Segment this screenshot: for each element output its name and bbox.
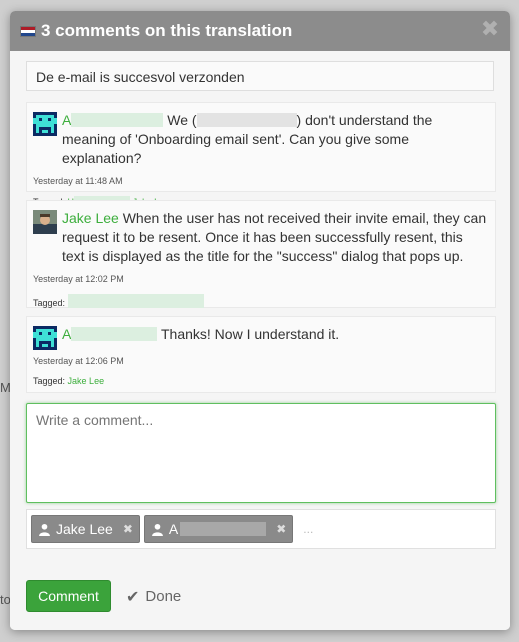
comment-tagged: Tagged: Jake Lee — [33, 376, 489, 386]
close-icon[interactable]: ✖ — [480, 19, 500, 41]
comment-text-prefix: We ( — [167, 112, 197, 128]
netherlands-flag-icon — [20, 25, 36, 37]
source-text: De e-mail is succesvol verzonden — [26, 61, 494, 91]
tagged-user[interactable]: Jake Lee — [68, 376, 105, 386]
comment-button[interactable]: Comment — [26, 580, 111, 612]
comment-item: Jake Lee When the user has not received … — [26, 200, 496, 308]
comment-text: Thanks! Now I understand it. — [160, 326, 340, 342]
dialog-body: De e-mail is succesvol verzonden A We ()… — [10, 51, 510, 630]
comment-author[interactable]: Jake Lee — [62, 210, 119, 226]
comment-item: A We () don't understand the meaning of … — [26, 102, 496, 207]
dialog-header: 3 comments on this translation ✖ — [10, 11, 510, 51]
tag-chip[interactable]: Jake Lee ✖ — [31, 515, 140, 543]
done-label: Done — [145, 587, 182, 605]
remove-tag-icon[interactable]: ✖ — [276, 522, 286, 536]
done-button[interactable]: ✔ Done — [126, 584, 181, 608]
user-photo — [33, 210, 57, 234]
tagged-label: Tagged: — [33, 298, 66, 308]
comment-content: Jake Lee When the user has not received … — [33, 209, 489, 266]
redacted-name — [67, 294, 204, 308]
remove-tag-icon[interactable]: ✖ — [123, 522, 133, 536]
user-icon — [39, 523, 50, 536]
pixel-invader-icon — [33, 326, 57, 350]
comment-timestamp: Yesterday at 12:06 PM — [33, 356, 124, 366]
comment-text: When the user has not received their inv… — [62, 210, 487, 264]
tag-chip-label: A — [168, 521, 179, 537]
pixel-invader-icon — [33, 112, 57, 136]
comment-item: A Thanks! Now I understand it. Yesterday… — [26, 316, 496, 393]
comment-input[interactable] — [26, 403, 496, 503]
comment-author[interactable]: A — [62, 112, 71, 128]
comment-timestamp: Yesterday at 11:48 AM — [33, 176, 123, 186]
tag-chip[interactable]: A ✖ — [143, 515, 294, 543]
comment-author[interactable]: A — [62, 326, 71, 342]
redacted-name — [180, 522, 267, 536]
comment-content: A Thanks! Now I understand it. — [33, 325, 489, 350]
redacted-name — [71, 113, 164, 127]
more-tags-indicator[interactable]: ... — [303, 522, 313, 536]
user-icon — [151, 523, 163, 536]
redacted-name — [196, 113, 297, 127]
tagged-label: Tagged: — [33, 376, 66, 386]
comment-tagged: Tagged: — [33, 294, 489, 308]
redacted-name — [71, 327, 158, 341]
comments-dialog: 3 comments on this translation ✖ De e-ma… — [10, 11, 510, 630]
comment-content: A We () don't understand the meaning of … — [33, 111, 489, 168]
tag-chip-label: Jake Lee — [56, 521, 113, 537]
comment-timestamp: Yesterday at 12:02 PM — [33, 274, 124, 284]
dialog-title: 3 comments on this translation — [41, 21, 293, 40]
tag-users-field[interactable]: Jake Lee ✖ A ✖ ... — [26, 509, 496, 549]
check-icon: ✔ — [126, 586, 140, 606]
